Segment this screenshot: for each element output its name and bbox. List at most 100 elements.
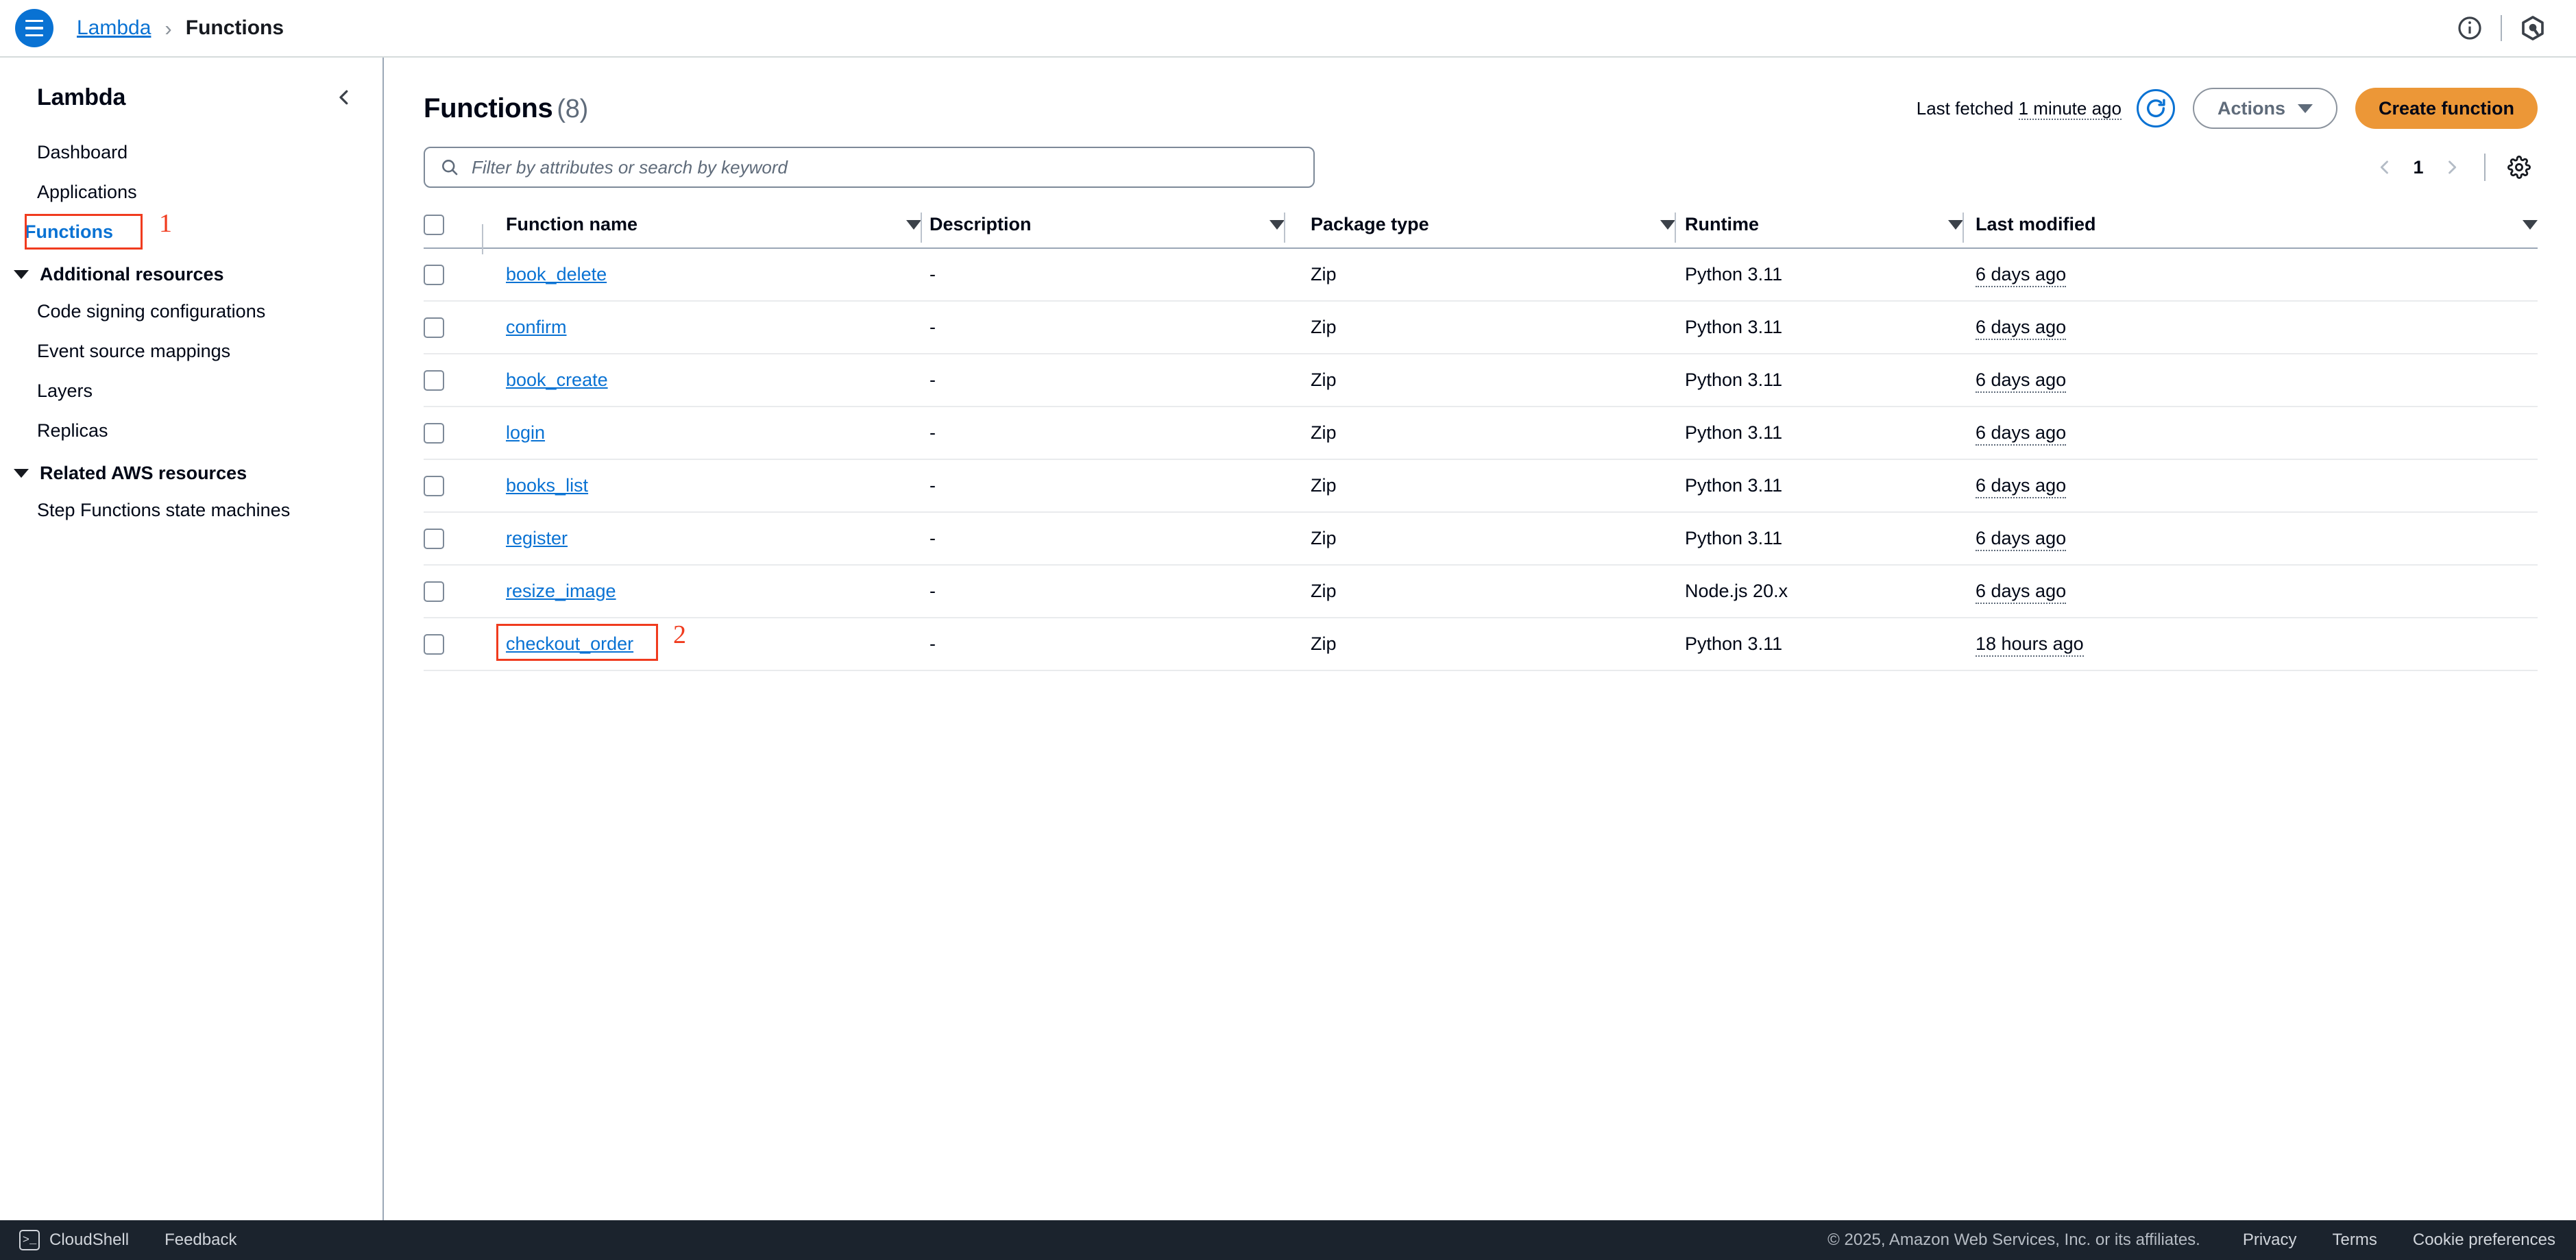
hamburger-menu-icon[interactable]	[15, 9, 53, 47]
sort-caret-icon[interactable]	[1660, 219, 1675, 230]
row-last-modified-cell: 6 days ago	[1963, 354, 2538, 407]
sidebar-section-label: Related AWS resources	[40, 463, 247, 484]
caret-down-icon	[14, 270, 29, 280]
pagination-page-1[interactable]: 1	[2403, 157, 2433, 178]
row-description-cell: -	[921, 565, 1285, 618]
divider	[2484, 154, 2486, 181]
chevron-left-icon[interactable]	[329, 82, 359, 112]
actions-dropdown-button[interactable]: Actions	[2192, 88, 2337, 129]
table-header-last-modified: Last modified	[1963, 203, 2538, 249]
function-link-resize_image[interactable]: resize_image	[506, 581, 616, 601]
function-link-book_create[interactable]: book_create	[506, 369, 608, 390]
row-checkbox[interactable]	[424, 475, 444, 496]
sidebar-item-applications[interactable]: Applications	[0, 173, 382, 213]
sidebar-item-layers[interactable]: Layers	[0, 372, 382, 411]
pagination-previous-icon[interactable]	[2366, 149, 2403, 186]
last-modified-value[interactable]: 6 days ago	[1976, 528, 2067, 551]
search-box[interactable]	[424, 147, 1315, 188]
row-package-type-cell: Zip	[1285, 459, 1675, 513]
aws-q-hexagon-icon[interactable]	[2512, 7, 2554, 49]
row-last-modified-cell: 6 days ago	[1963, 512, 2538, 566]
feedback-link[interactable]: Feedback	[165, 1231, 236, 1250]
refresh-icon[interactable]	[2136, 89, 2175, 128]
create-function-button[interactable]: Create function	[2355, 88, 2538, 129]
annotated-function-name: checkout_order 2	[496, 620, 686, 661]
sidebar-section-related-aws-resources[interactable]: Related AWS resources	[0, 450, 382, 491]
breadcrumb: Lambda › Functions	[77, 16, 284, 40]
last-modified-value[interactable]: 6 days ago	[1976, 369, 2067, 393]
sidebar-item-dashboard[interactable]: Dashboard	[0, 133, 382, 173]
row-select-cell	[424, 248, 483, 302]
table-header-function-name: Function name	[483, 203, 922, 249]
row-select-cell	[424, 354, 483, 407]
cloudshell-button[interactable]: >_ CloudShell	[19, 1230, 129, 1250]
row-select-cell	[424, 618, 483, 671]
privacy-link[interactable]: Privacy	[2243, 1231, 2297, 1250]
sort-caret-icon[interactable]	[1269, 219, 1285, 230]
pagination-next-icon[interactable]	[2433, 149, 2470, 186]
column-label: Package type	[1311, 214, 1429, 234]
sort-caret-icon[interactable]	[2523, 219, 2538, 230]
sort-caret-icon[interactable]	[906, 219, 921, 230]
sidebar-item-event-source-mappings[interactable]: Event source mappings	[0, 332, 382, 372]
gear-icon[interactable]	[2501, 149, 2538, 186]
row-select-cell	[424, 407, 483, 460]
row-description-cell: -	[921, 248, 1285, 302]
table-header-select-all	[424, 203, 483, 254]
last-modified-value[interactable]: 6 days ago	[1976, 422, 2067, 446]
last-fetched-time[interactable]: 1 minute ago	[2018, 97, 2122, 120]
last-modified-value[interactable]: 18 hours ago	[1976, 633, 2084, 657]
row-checkbox[interactable]	[424, 422, 444, 444]
last-modified-value[interactable]: 6 days ago	[1976, 581, 2067, 604]
terms-link[interactable]: Terms	[2333, 1231, 2377, 1250]
annotation-number-1: 1	[159, 208, 172, 238]
row-package-type-cell: Zip	[1285, 512, 1675, 566]
row-last-modified-cell: 6 days ago	[1963, 301, 2538, 354]
sort-caret-icon[interactable]	[1948, 219, 1963, 230]
row-function-name-cell: confirm	[483, 301, 921, 354]
sidebar-section-additional-resources[interactable]: Additional resources	[0, 252, 382, 292]
table-header-row: Function name Description Package type R…	[424, 203, 2538, 254]
sidebar-item-code-signing-configurations[interactable]: Code signing configurations	[0, 292, 382, 332]
breadcrumb-link-lambda[interactable]: Lambda	[77, 16, 151, 40]
row-checkbox[interactable]	[424, 581, 444, 602]
sidebar-title: Lambda	[37, 84, 126, 110]
select-all-checkbox[interactable]	[424, 214, 444, 235]
column-label: Description	[929, 214, 1032, 234]
function-link-login[interactable]: login	[506, 422, 545, 443]
last-modified-value[interactable]: 6 days ago	[1976, 317, 2067, 340]
search-input[interactable]	[472, 156, 1298, 178]
row-select-cell	[424, 565, 483, 618]
row-checkbox[interactable]	[424, 264, 444, 285]
sidebar-item-functions-row: Functions 1	[0, 209, 382, 252]
sidebar-nav-list: Dashboard Applications Functions 1 Addit…	[0, 112, 382, 531]
footer-bar: >_ CloudShell Feedback © 2025, Amazon We…	[0, 1220, 2576, 1260]
function-link-register[interactable]: register	[506, 528, 568, 548]
sidebar-item-replicas[interactable]: Replicas	[0, 411, 382, 451]
function-link-confirm[interactable]: confirm	[506, 317, 567, 337]
function-link-book_delete[interactable]: book_delete	[506, 264, 607, 284]
row-package-type-cell: Zip	[1285, 618, 1675, 671]
cloudshell-label: CloudShell	[49, 1231, 130, 1249]
table-header-runtime: Runtime	[1675, 203, 1964, 249]
table-row: login - Zip Python 3.11 6 days ago	[424, 407, 2538, 460]
row-function-name-cell: book_delete	[483, 248, 921, 302]
table-row: books_list - Zip Python 3.11 6 days ago	[424, 459, 2538, 513]
sidebar-item-step-functions-state-machines[interactable]: Step Functions state machines	[0, 491, 382, 531]
row-runtime-cell: Python 3.11	[1675, 248, 1963, 302]
breadcrumb-current-functions: Functions	[185, 16, 284, 39]
row-checkbox[interactable]	[424, 369, 444, 391]
function-link-checkout_order[interactable]: checkout_order	[506, 633, 633, 654]
cookie-preferences-link[interactable]: Cookie preferences	[2413, 1231, 2555, 1250]
row-checkbox[interactable]	[424, 528, 444, 549]
row-last-modified-cell: 6 days ago	[1963, 459, 2538, 513]
info-icon[interactable]	[2449, 7, 2491, 49]
sidebar-item-functions[interactable]: Functions	[25, 221, 113, 244]
divider	[2501, 15, 2502, 41]
function-link-books_list[interactable]: books_list	[506, 475, 588, 496]
row-checkbox[interactable]	[424, 633, 444, 655]
column-label: Function name	[506, 214, 638, 234]
last-modified-value[interactable]: 6 days ago	[1976, 264, 2067, 287]
last-modified-value[interactable]: 6 days ago	[1976, 475, 2067, 498]
row-checkbox[interactable]	[424, 317, 444, 338]
